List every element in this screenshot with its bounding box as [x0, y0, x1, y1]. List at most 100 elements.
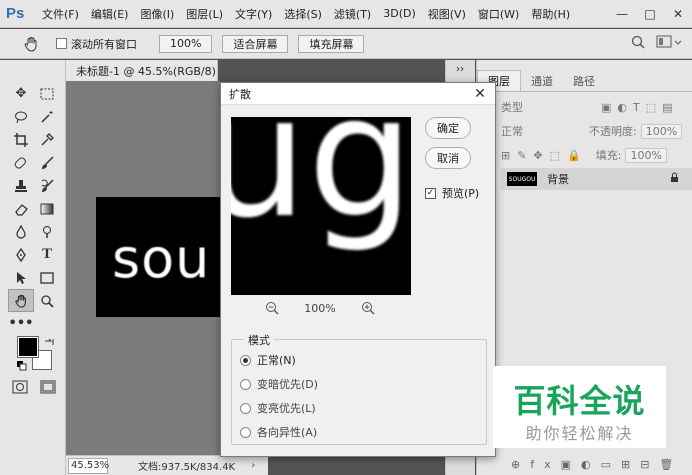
menu-select[interactable]: 选择(S)	[278, 6, 328, 22]
mode-normal-label: 正常(N)	[257, 354, 296, 367]
type-tool-icon[interactable]: T	[34, 243, 60, 266]
preview-checkbox[interactable]: ✓ 预览(P)	[425, 185, 479, 201]
document-tab[interactable]: 未标题-1 @ 45.5%(RGB/8) * ✕	[66, 60, 218, 81]
layer-actions-row[interactable]: ⊕fx▣◐▭⊞⊟🗑	[477, 453, 692, 475]
collapse-arrows-icon[interactable]	[456, 66, 466, 72]
document-info[interactable]: 文档:937.5K/834.4K	[138, 458, 235, 473]
blur-tool-icon[interactable]	[8, 220, 34, 243]
history-brush-tool-icon[interactable]	[34, 174, 60, 197]
menu-3d[interactable]: 3D(D)	[377, 7, 422, 20]
tool-grid: ✥ T •••	[8, 82, 60, 335]
blend-row: 正常 不透明度: 100%	[477, 120, 692, 142]
quick-mask-icon[interactable]	[12, 380, 28, 394]
opacity-field[interactable]: 100%	[640, 123, 683, 139]
checkmark-icon[interactable]: ✓	[425, 187, 436, 199]
dialog-title: 扩散	[229, 87, 251, 101]
pen-tool-icon[interactable]	[8, 243, 34, 266]
menu-layer[interactable]: 图层(L)	[180, 6, 229, 22]
scroll-all-windows-label: 滚动所有窗口	[71, 37, 137, 51]
radio-button[interactable]	[240, 402, 251, 414]
fill-label: 填充:	[595, 149, 622, 162]
menu-help[interactable]: 帮助(H)	[525, 6, 576, 22]
lock-icon[interactable]	[670, 172, 679, 186]
layer-filter-icons[interactable]: ▣◐T⬚▤	[601, 101, 679, 114]
tools-panel: ✥ T •••	[0, 60, 66, 475]
tab-channels[interactable]: 通道	[521, 70, 563, 91]
lock-row: ⊞✎✥⬚🔒 填充: 100%	[477, 144, 692, 166]
marquee-tool-icon[interactable]	[34, 82, 60, 105]
zoom-tool-icon[interactable]	[34, 289, 60, 312]
eyedropper-tool-icon[interactable]	[34, 128, 60, 151]
mode-lighten-label: 变亮优先(L)	[257, 402, 316, 415]
menu-view[interactable]: 视图(V)	[422, 6, 472, 22]
minimize-button[interactable]: —	[608, 0, 636, 28]
dodge-tool-icon[interactable]	[34, 220, 60, 243]
clone-stamp-tool-icon[interactable]	[8, 174, 34, 197]
radio-button[interactable]	[240, 378, 251, 390]
eraser-tool-icon[interactable]	[8, 197, 34, 220]
tab-paths[interactable]: 路径	[563, 70, 605, 91]
radio-button[interactable]	[240, 426, 251, 438]
radio-button[interactable]	[240, 354, 251, 366]
document-canvas[interactable]: sou	[96, 197, 220, 317]
zoom-in-icon[interactable]	[361, 301, 375, 315]
fit-screen-button[interactable]: 适合屏幕	[222, 34, 289, 53]
opacity-label: 不透明度:	[589, 125, 637, 138]
brush-tool-icon[interactable]	[34, 151, 60, 174]
search-icon[interactable]	[630, 34, 646, 50]
cancel-button[interactable]: 取消	[425, 147, 471, 169]
watermark: 百科全说 助你轻松解决	[493, 366, 666, 448]
menu-window[interactable]: 窗口(W)	[472, 6, 525, 22]
healing-brush-tool-icon[interactable]	[8, 151, 34, 174]
zoom-out-icon[interactable]	[265, 301, 279, 315]
scroll-all-windows-checkbox[interactable]: 滚动所有窗口	[56, 36, 137, 52]
close-button[interactable]: ✕	[664, 0, 692, 28]
more-tools-icon[interactable]: •••	[8, 312, 34, 335]
gradient-tool-icon[interactable]	[34, 197, 60, 220]
move-tool-icon[interactable]: ✥	[8, 82, 34, 105]
hand-tool-icon[interactable]	[8, 289, 34, 312]
foreground-color-swatch[interactable]	[17, 336, 39, 358]
screen-mode-icon[interactable]	[40, 380, 56, 394]
default-colors-icon[interactable]	[17, 361, 27, 371]
canvas-text: sou	[112, 227, 211, 290]
magic-wand-tool-icon[interactable]	[34, 105, 60, 128]
dialog-close-icon[interactable]: ✕	[471, 85, 489, 103]
blend-mode-select[interactable]: 正常	[501, 123, 575, 139]
panel-tabs: 图层 通道 路径	[477, 70, 692, 92]
workspace-icon[interactable]	[656, 34, 682, 50]
chevron-right-icon[interactable]: ›	[251, 460, 255, 471]
lasso-tool-icon[interactable]	[8, 105, 34, 128]
zoom-level-field[interactable]: 45.53%	[68, 457, 109, 474]
checkbox-box[interactable]	[56, 38, 67, 49]
maximize-button[interactable]: □	[636, 0, 664, 28]
menu-image[interactable]: 图像(I)	[134, 6, 180, 22]
mode-group: 模式 正常(N) 变暗优先(D) 变亮优先(L) 各向异性(A)	[231, 332, 487, 445]
layer-row-background[interactable]: SOUGOU 背景	[501, 168, 692, 190]
menu-type[interactable]: 文字(Y)	[229, 6, 278, 22]
menu-file[interactable]: 文件(F)	[36, 6, 85, 22]
filter-preview[interactable]: ug	[231, 117, 411, 295]
mode-normal-radio[interactable]: 正常(N)	[240, 352, 296, 368]
preview-text: ug	[231, 117, 411, 255]
layer-kind-select[interactable]: 类型	[501, 99, 581, 115]
dialog-titlebar[interactable]: 扩散	[221, 83, 495, 105]
ok-button[interactable]: 确定	[425, 117, 471, 139]
hand-tool-icon[interactable]	[20, 33, 42, 55]
layer-thumbnail: SOUGOU	[507, 172, 537, 186]
rectangle-tool-icon[interactable]	[34, 266, 60, 289]
layer-name[interactable]: 背景	[547, 171, 569, 187]
zoom-100-button[interactable]: 100%	[159, 34, 213, 53]
crop-tool-icon[interactable]	[8, 128, 34, 151]
mode-anisotropic-radio[interactable]: 各向异性(A)	[240, 424, 317, 440]
fill-field[interactable]: 100%	[625, 147, 667, 163]
radio-selected-dot	[243, 357, 248, 363]
menu-filter[interactable]: 滤镜(T)	[328, 6, 377, 22]
menu-edit[interactable]: 编辑(E)	[85, 6, 135, 22]
fill-screen-button[interactable]: 填充屏幕	[298, 34, 365, 53]
lock-icons[interactable]: ⊞✎✥⬚🔒	[501, 149, 588, 162]
swap-colors-icon[interactable]	[44, 338, 54, 348]
path-selection-tool-icon[interactable]	[8, 266, 34, 289]
mode-lighten-radio[interactable]: 变亮优先(L)	[240, 400, 316, 416]
mode-darken-radio[interactable]: 变暗优先(D)	[240, 376, 318, 392]
